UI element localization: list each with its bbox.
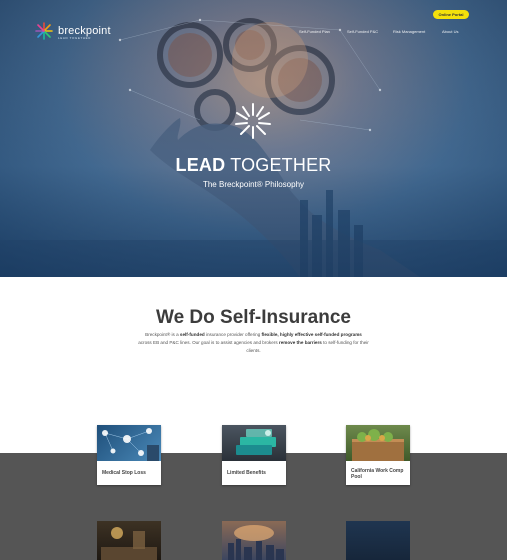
intro-text-1: Breckpoint® is a <box>145 332 180 337</box>
produce-crate-graphic <box>352 429 404 461</box>
cards-graphic <box>236 429 276 455</box>
cards-image <box>222 425 286 461</box>
hero-title-rest: TOGETHER <box>225 155 332 175</box>
service-tile-city-image[interactable] <box>222 521 286 560</box>
nav-item-risk-management[interactable]: Risk Management <box>393 29 425 34</box>
hero-title: LEAD TOGETHER <box>0 155 507 176</box>
burst-emblem-icon <box>235 103 271 139</box>
main-nav: Self-Funded Plan Self-Funded P&C Risk Ma… <box>0 29 507 35</box>
nav-item-self-funded-plan[interactable]: Self-Funded Plan <box>299 29 330 34</box>
hero-title-bold: LEAD <box>175 155 226 175</box>
intro-text-3: across EB and P&C lines. Our goal is to … <box>138 340 279 345</box>
intro-text-2: insurance provider offering <box>204 332 262 337</box>
intro-paragraph: Breckpoint® is a self-funded insurance p… <box>138 331 369 355</box>
service-tile-workshop-image[interactable] <box>97 521 161 560</box>
intro-heading-bold: We Do <box>156 307 215 328</box>
intro-bold-1: self-funded <box>179 332 205 337</box>
intro-heading-rest: Self-Insurance <box>214 307 351 328</box>
online-portal-button[interactable]: Online Portal <box>433 10 469 19</box>
service-tile-dark-image[interactable] <box>346 521 410 560</box>
intro-bold-2: flexible, highly effective self-funded p… <box>261 332 362 337</box>
logo-tagline: LEAD TOGETHER <box>58 36 92 40</box>
service-card-california-work-comp[interactable]: California Work Comp Pool <box>346 425 410 485</box>
service-card-limited-benefits[interactable]: Limited Benefits <box>222 425 286 485</box>
service-card-medical-stop-loss[interactable]: Medical Stop Loss <box>97 425 161 485</box>
intro-heading: We Do Self-Insurance <box>0 307 507 329</box>
medical-network-graphic <box>102 428 159 461</box>
service-card-label: Medical Stop Loss <box>102 470 146 476</box>
nav-item-self-funded-pc[interactable]: Self-Funded P&C <box>347 29 378 34</box>
service-card-label: California Work Comp Pool <box>351 468 404 480</box>
hero-banner: breckpoint LEAD TOGETHER Self-Funded Pla… <box>0 0 507 277</box>
hero-subtitle: The Breckpoint® Philosophy <box>202 180 305 189</box>
intro-bold-3: remove the barriers <box>278 340 322 345</box>
nav-item-about-us[interactable]: About Us <box>442 29 458 34</box>
medical-network-image <box>97 425 161 461</box>
city-graphic <box>228 525 284 560</box>
produce-crate-image <box>346 425 410 461</box>
service-card-label: Limited Benefits <box>227 470 266 476</box>
workshop-graphic <box>101 527 157 560</box>
